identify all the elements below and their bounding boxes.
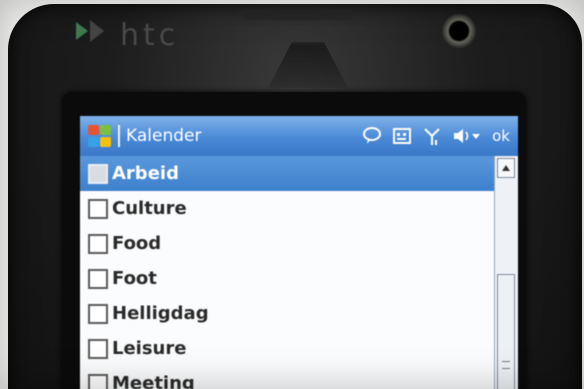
photo-stage: htc Kalender ok Arbeid Culture Food Foot… bbox=[0, 0, 584, 389]
category-label: Meeting bbox=[112, 373, 195, 389]
vertical-scrollbar[interactable] bbox=[494, 156, 518, 389]
checkbox[interactable] bbox=[88, 373, 108, 389]
messaging-icon[interactable] bbox=[362, 126, 382, 146]
list-item[interactable]: Leisure bbox=[80, 331, 494, 366]
list-item[interactable]: Helligdag bbox=[80, 296, 494, 331]
signal-icon[interactable] bbox=[422, 126, 442, 146]
camera-lens bbox=[442, 14, 476, 48]
checkbox[interactable] bbox=[88, 268, 108, 289]
checkbox[interactable] bbox=[88, 163, 108, 184]
scroll-up-arrow-icon[interactable] bbox=[497, 158, 515, 178]
system-tray: ok bbox=[362, 126, 518, 146]
list-item[interactable]: Meeting bbox=[80, 366, 494, 389]
category-list: Arbeid Culture Food Foot Helligdag Leisu… bbox=[80, 156, 494, 389]
ok-button[interactable]: ok bbox=[492, 127, 510, 145]
earpiece bbox=[244, 10, 354, 20]
checkbox[interactable] bbox=[88, 198, 108, 219]
list-item[interactable]: Culture bbox=[80, 191, 494, 226]
title-bar: Kalender ok bbox=[80, 116, 518, 156]
checkbox[interactable] bbox=[88, 303, 108, 324]
brand-name: htc bbox=[120, 18, 180, 53]
category-label: Arbeid bbox=[112, 163, 179, 184]
list-item[interactable]: Arbeid bbox=[80, 156, 494, 191]
category-label: Helligdag bbox=[112, 303, 209, 324]
list-item[interactable]: Foot bbox=[80, 261, 494, 296]
app-title: Kalender bbox=[126, 126, 202, 146]
category-label: Leisure bbox=[112, 338, 187, 359]
htc-logo-icon bbox=[76, 20, 104, 42]
nav-shade bbox=[268, 42, 348, 88]
title-separator bbox=[118, 125, 120, 147]
windows-start-icon[interactable] bbox=[86, 123, 114, 149]
keyboard-icon[interactable] bbox=[392, 126, 412, 146]
checkbox[interactable] bbox=[88, 233, 108, 254]
volume-icon[interactable] bbox=[452, 126, 482, 146]
scroll-thumb[interactable] bbox=[497, 274, 515, 389]
list-item[interactable]: Food bbox=[80, 226, 494, 261]
category-label: Culture bbox=[112, 198, 187, 219]
category-label: Food bbox=[112, 233, 162, 254]
device-screen: Kalender ok Arbeid Culture Food Foot Hel… bbox=[80, 116, 518, 389]
category-label: Foot bbox=[112, 268, 157, 289]
checkbox[interactable] bbox=[88, 338, 108, 359]
